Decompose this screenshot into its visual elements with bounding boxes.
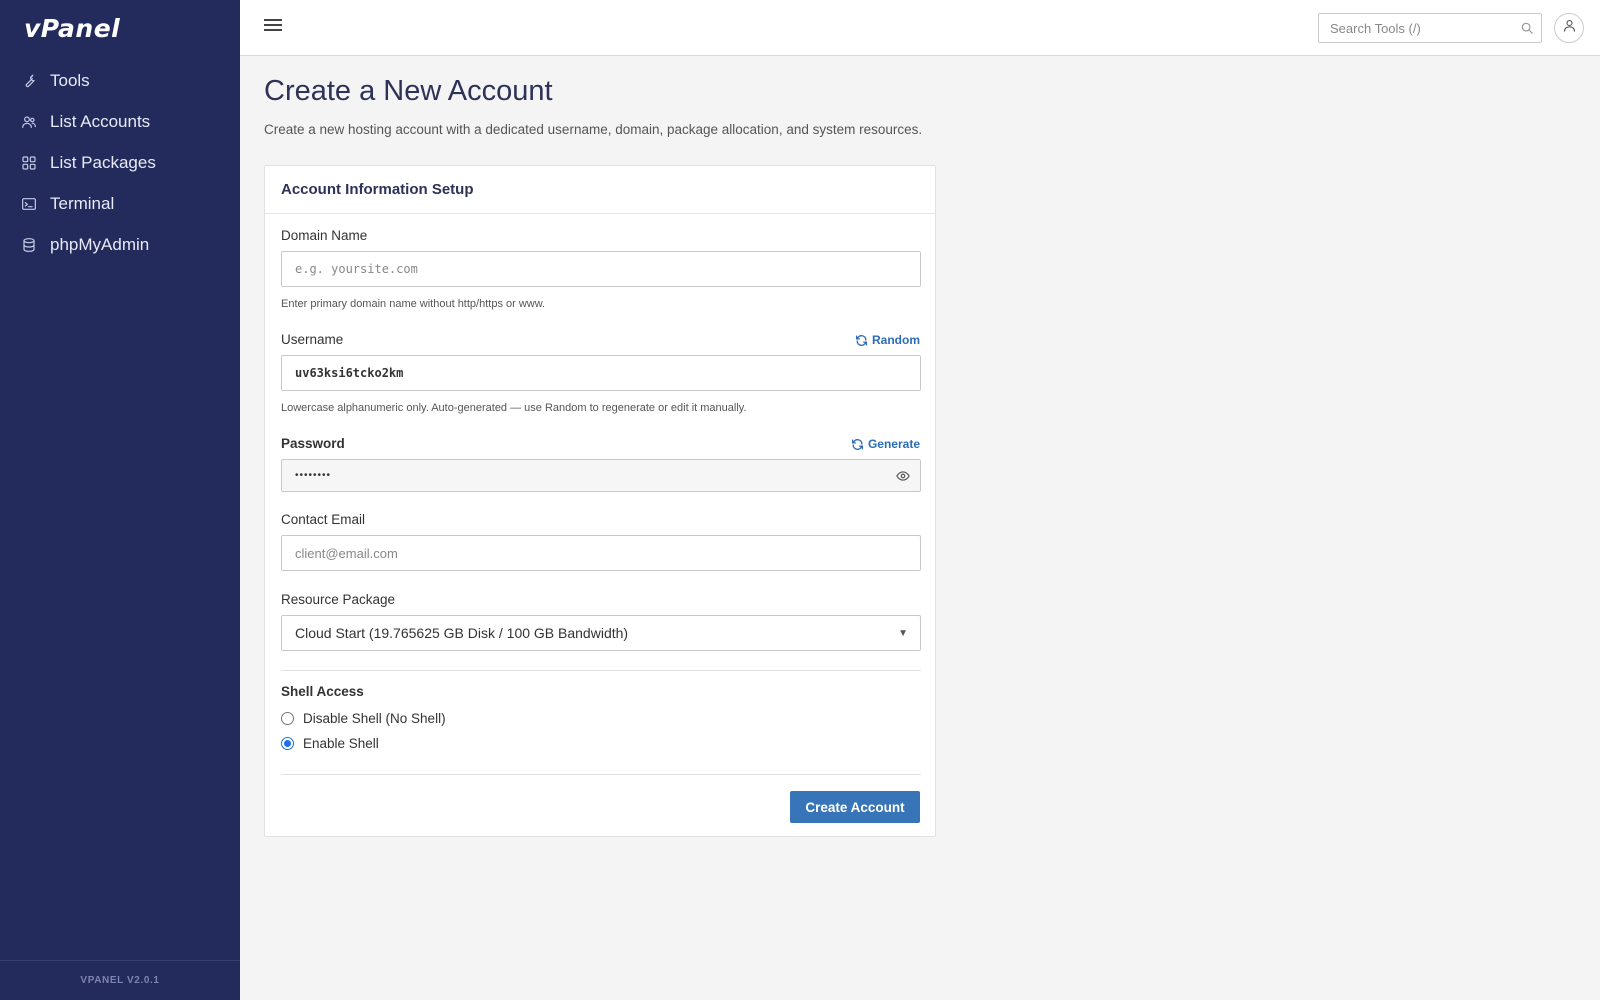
shell-option-disable[interactable]: Disable Shell (No Shell): [281, 711, 446, 726]
page-description: Create a new hosting account with a dedi…: [264, 122, 923, 137]
sidebar-item-tools[interactable]: Tools: [0, 60, 240, 101]
card-title: Account Information Setup: [265, 166, 935, 214]
package-select[interactable]: Cloud Start (19.765625 GB Disk / 100 GB …: [281, 615, 921, 651]
radio-button[interactable]: [281, 712, 294, 725]
search-input[interactable]: [1319, 14, 1509, 42]
grid-icon: [20, 154, 38, 172]
password-field: ••••••••: [281, 459, 921, 492]
domain-label: Domain Name: [281, 228, 368, 243]
user-icon: [1562, 18, 1577, 38]
search-icon[interactable]: [1520, 21, 1534, 40]
shell-option-enable[interactable]: Enable Shell: [281, 736, 379, 751]
sidebar-item-label: phpMyAdmin: [50, 234, 150, 254]
sidebar-item-phpmyadmin[interactable]: phpMyAdmin: [0, 224, 240, 265]
generate-label: Generate: [867, 437, 920, 451]
sidebar-item-label: List Packages: [50, 152, 156, 172]
package-selected-value: Cloud Start (19.765625 GB Disk / 100 GB …: [295, 625, 629, 641]
sidebar-item-list-packages[interactable]: List Packages: [0, 142, 240, 183]
terminal-icon: [20, 195, 38, 213]
sidebar: vPanel Tools List Accounts List Packages…: [0, 0, 240, 1000]
topbar: [240, 0, 1600, 56]
shell-label: Shell Access: [281, 684, 364, 699]
domain-input[interactable]: [282, 252, 920, 286]
radio-button[interactable]: [281, 737, 294, 750]
package-label: Resource Package: [281, 592, 396, 607]
database-icon: [20, 236, 38, 254]
password-label: Password: [281, 436, 345, 451]
sidebar-item-list-accounts[interactable]: List Accounts: [0, 101, 240, 142]
page-title: Create a New Account: [264, 75, 553, 107]
wrench-icon: [20, 72, 38, 90]
users-icon: [20, 113, 38, 131]
shell-option-label: Disable Shell (No Shell): [303, 711, 446, 726]
domain-help: Enter primary domain name without http/h…: [281, 298, 546, 310]
username-input[interactable]: [282, 356, 920, 390]
caret-down-icon: ▼: [898, 628, 908, 639]
sidebar-item-label: List Accounts: [50, 111, 151, 131]
menu-toggle-icon[interactable]: [264, 19, 282, 35]
create-account-button[interactable]: Create Account: [790, 791, 920, 823]
email-input[interactable]: [282, 536, 920, 570]
sidebar-nav: Tools List Accounts List Packages Termin…: [0, 60, 240, 265]
email-label: Contact Email: [281, 512, 366, 527]
eye-icon[interactable]: [895, 469, 911, 488]
app-logo[interactable]: vPanel: [24, 14, 120, 43]
username-label: Username: [281, 332, 344, 347]
sidebar-item-label: Tools: [50, 70, 90, 90]
domain-field: [281, 251, 921, 287]
refresh-icon: [855, 334, 868, 346]
refresh-icon: [851, 438, 863, 450]
sidebar-item-terminal[interactable]: Terminal: [0, 183, 240, 224]
account-form-card: Account Information Setup Domain Name En…: [264, 165, 936, 837]
username-field: [281, 355, 921, 391]
divider: [281, 670, 921, 671]
shell-option-label: Enable Shell: [303, 736, 379, 751]
user-menu-button[interactable]: [1554, 13, 1584, 43]
random-label: Random: [872, 333, 920, 347]
version-label: VPANEL V2.0.1: [0, 960, 240, 1000]
search-box: [1318, 13, 1542, 43]
divider: [281, 774, 921, 775]
random-username-button[interactable]: Random: [855, 333, 920, 347]
email-field: [281, 535, 921, 571]
sidebar-item-label: Terminal: [50, 193, 115, 213]
username-help: Lowercase alphanumeric only. Auto-genera…: [281, 402, 747, 414]
password-input[interactable]: ••••••••: [282, 460, 920, 491]
generate-password-button[interactable]: Generate: [851, 437, 920, 451]
